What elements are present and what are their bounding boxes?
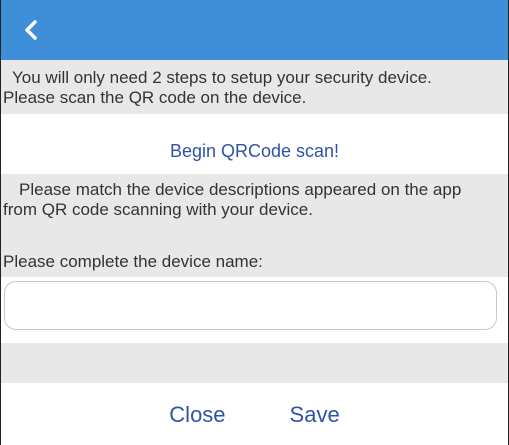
close-button[interactable]: Close	[169, 402, 225, 428]
step-one-instructions: You will only need 2 steps to setup your…	[1, 60, 508, 114]
scan-row: Begin QRCode scan!	[1, 114, 508, 174]
back-button[interactable]	[1, 0, 61, 60]
step-two-instructions: Please match the device descriptions app…	[1, 174, 508, 343]
step-two-line-one: Please match the device descriptions app…	[19, 180, 462, 199]
step-two-line-two: from QR code scanning with your device.	[3, 200, 313, 219]
step-one-line-two: Please scan the QR code on the device.	[3, 88, 307, 107]
action-bar: Close Save	[1, 383, 508, 445]
step-one-line-one: You will only need 2 steps to setup your…	[12, 68, 432, 87]
begin-qrcode-scan-button[interactable]: Begin QRCode scan!	[170, 141, 339, 162]
device-name-label: Please complete the device name:	[3, 252, 263, 271]
spacer	[1, 343, 508, 383]
device-name-field-area	[1, 277, 508, 343]
chevron-left-icon	[25, 20, 37, 40]
device-setup-screen: You will only need 2 steps to setup your…	[0, 0, 509, 445]
top-bar	[1, 0, 508, 60]
save-button[interactable]: Save	[290, 402, 340, 428]
device-name-input[interactable]	[4, 281, 497, 330]
